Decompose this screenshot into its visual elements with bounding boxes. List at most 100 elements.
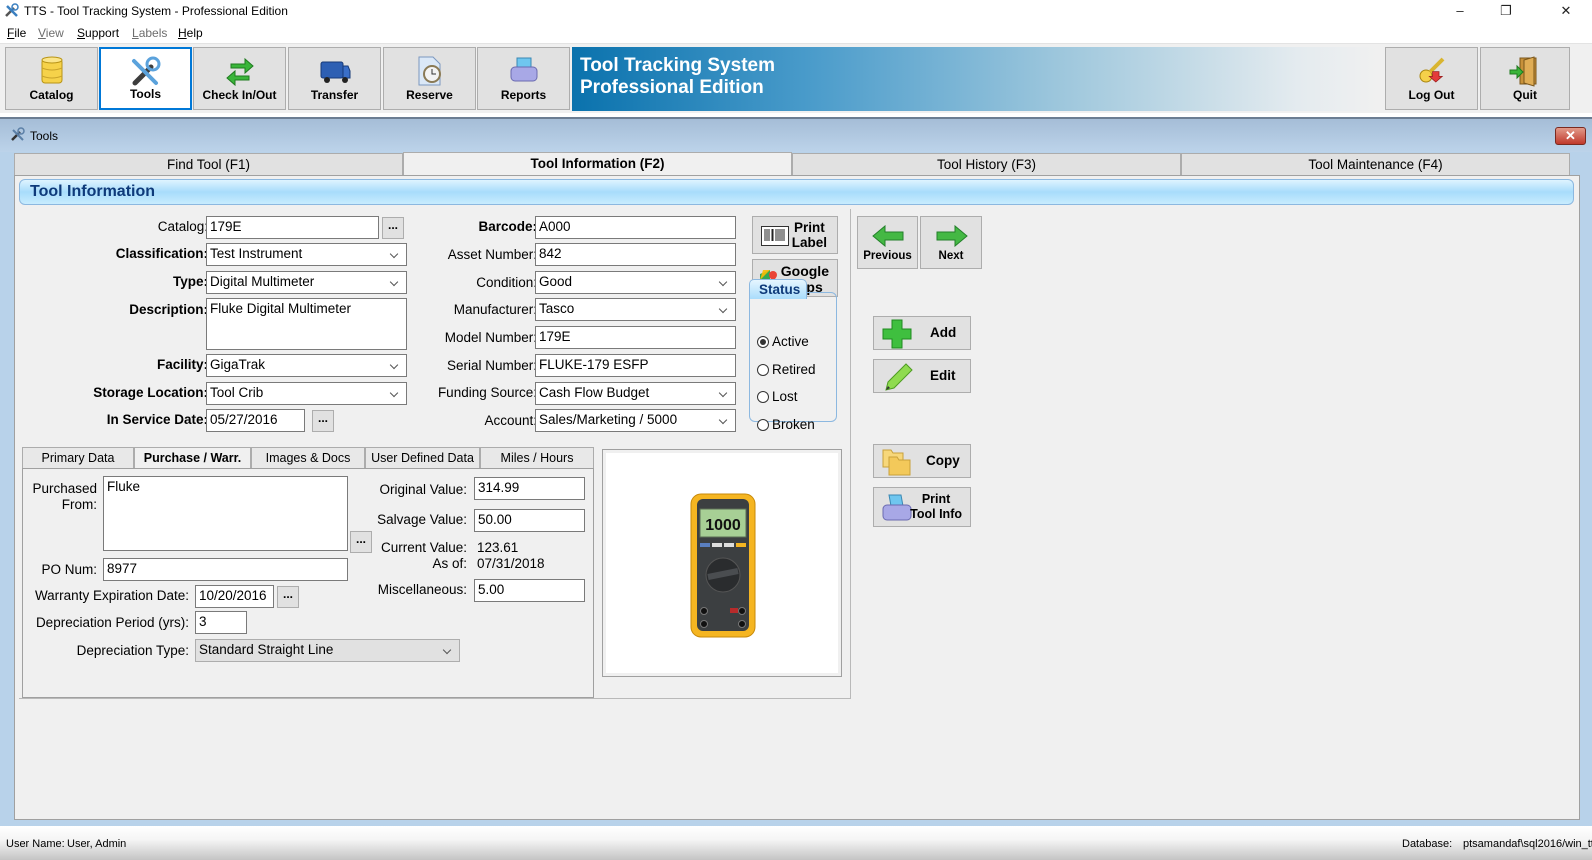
- depreciation-type-label: Depreciation Type:: [76, 643, 189, 658]
- detail-subtabs: Primary Data Purchase / Warr. Images & D…: [22, 447, 594, 469]
- reports-button[interactable]: Reports: [477, 47, 570, 110]
- status-lost-radio[interactable]: Lost: [757, 389, 798, 404]
- in-service-date-input[interactable]: 05/27/2016: [206, 409, 305, 432]
- po-num-input[interactable]: 8977: [103, 558, 348, 581]
- menu-support[interactable]: Support: [77, 26, 119, 40]
- product-banner: Tool Tracking System Professional Editio…: [572, 47, 1378, 111]
- subtab-user-defined-data[interactable]: User Defined Data: [365, 447, 480, 468]
- model-number-label: Model Number:: [444, 330, 537, 345]
- miscellaneous-label: Miscellaneous:: [377, 582, 467, 597]
- app-tools-icon: [5, 3, 19, 17]
- database-icon: [41, 56, 62, 84]
- radio-unchecked-icon: [757, 364, 769, 376]
- condition-select[interactable]: Good: [535, 271, 736, 294]
- tool-image[interactable]: 1000: [606, 453, 838, 673]
- status-broken-radio[interactable]: Broken: [757, 417, 815, 432]
- quit-button[interactable]: Quit: [1480, 47, 1570, 110]
- close-child-window-button[interactable]: ✕: [1555, 127, 1586, 145]
- tab-tool-history[interactable]: Tool History (F3): [792, 153, 1181, 175]
- status-active-radio[interactable]: Active: [757, 334, 809, 349]
- salvage-value-input[interactable]: 50.00: [474, 509, 585, 532]
- tool-information-panel: Tool Information Catalog: 179E ... Class…: [14, 175, 1580, 820]
- miscellaneous-input[interactable]: 5.00: [474, 579, 585, 602]
- printer-icon: [882, 494, 912, 521]
- facility-label: Facility:: [156, 357, 208, 372]
- original-value-label: Original Value:: [379, 482, 467, 497]
- pencil-icon: [885, 363, 913, 391]
- status-retired-radio[interactable]: Retired: [757, 362, 816, 377]
- status-bar: User Name: User, Admin Database: ptsaman…: [0, 826, 1592, 860]
- status-group-title: Status: [749, 279, 807, 299]
- menu-labels[interactable]: Labels: [132, 26, 167, 40]
- subtab-miles-hours[interactable]: Miles / Hours: [480, 447, 594, 468]
- section-header: Tool Information: [19, 179, 1574, 205]
- multimeter-display: 1000: [705, 517, 741, 534]
- catalog-input[interactable]: 179E: [206, 216, 379, 239]
- check-in-out-button[interactable]: Check In/Out: [193, 47, 286, 110]
- tab-tool-maintenance[interactable]: Tool Maintenance (F4): [1181, 153, 1570, 175]
- tools-button[interactable]: Tools: [99, 47, 192, 110]
- barcode-input[interactable]: A000: [535, 216, 736, 239]
- current-value-label: Current Value:: [380, 540, 467, 555]
- next-button[interactable]: Next: [920, 216, 982, 269]
- transfer-button[interactable]: Transfer: [288, 47, 381, 110]
- serial-number-input[interactable]: FLUKE-179 ESFP: [535, 354, 736, 377]
- copy-button[interactable]: Copy: [873, 444, 971, 478]
- classification-select[interactable]: Test Instrument: [206, 243, 407, 266]
- warranty-date-picker-button[interactable]: ...: [277, 586, 299, 608]
- menu-file[interactable]: File: [7, 26, 26, 40]
- close-window-button[interactable]: ✕: [1546, 2, 1586, 22]
- warranty-date-input[interactable]: 10/20/2016: [195, 585, 274, 608]
- arrow-left-icon: [872, 225, 904, 247]
- po-num-label: PO Num:: [41, 562, 97, 577]
- subtab-images-docs[interactable]: Images & Docs: [251, 447, 365, 468]
- type-select[interactable]: Digital Multimeter: [206, 271, 407, 294]
- storage-location-select[interactable]: Tool Crib: [206, 382, 407, 405]
- purchased-from-browse-button[interactable]: ...: [350, 531, 372, 553]
- reserve-button[interactable]: Reserve: [383, 47, 476, 110]
- tools-child-window: Tools ✕ Find Tool (F1) Tool Information …: [0, 117, 1592, 826]
- catalog-button[interactable]: Catalog: [5, 47, 98, 110]
- depreciation-period-input[interactable]: 3: [195, 611, 247, 634]
- tab-find-tool[interactable]: Find Tool (F1): [14, 153, 403, 175]
- classification-label: Classification:: [115, 246, 208, 261]
- tab-tool-information[interactable]: Tool Information (F2): [403, 152, 792, 175]
- description-textarea[interactable]: Fluke Digital Multimeter: [206, 298, 407, 350]
- menu-view[interactable]: View: [38, 26, 64, 40]
- asset-number-input[interactable]: 842: [535, 243, 736, 266]
- type-label: Type:: [172, 274, 208, 289]
- barcode-icon: [761, 226, 789, 246]
- catalog-browse-button[interactable]: ...: [382, 217, 404, 239]
- restore-button[interactable]: ❐: [1486, 2, 1526, 22]
- clock-document-icon: [418, 56, 441, 86]
- subtab-primary-data[interactable]: Primary Data: [22, 447, 134, 468]
- description-label: Description:: [129, 302, 208, 317]
- funding-source-select[interactable]: Cash Flow Budget: [535, 382, 736, 405]
- previous-button[interactable]: Previous: [857, 216, 918, 269]
- folders-icon: [882, 449, 911, 476]
- user-name-label: User Name:: [6, 838, 65, 850]
- print-tool-info-button[interactable]: Print Tool Info: [873, 487, 971, 527]
- in-service-date-picker-button[interactable]: ...: [312, 410, 334, 432]
- radio-unchecked-icon: [757, 419, 769, 431]
- edit-button[interactable]: Edit: [873, 359, 971, 393]
- menu-help[interactable]: Help: [178, 26, 203, 40]
- depreciation-type-select[interactable]: Standard Straight Line: [195, 639, 460, 662]
- original-value-input[interactable]: 314.99: [474, 477, 585, 500]
- window-title-bar: TTS - Tool Tracking System - Professiona…: [0, 0, 1592, 23]
- purchased-from-label: Purchased From:: [32, 481, 97, 512]
- user-name-value: User, Admin: [67, 838, 127, 850]
- manufacturer-select[interactable]: Tasco: [535, 298, 736, 321]
- add-button[interactable]: Add: [873, 316, 971, 350]
- facility-select[interactable]: GigaTrak: [206, 354, 407, 377]
- minimize-button[interactable]: –: [1440, 2, 1480, 22]
- print-label-button[interactable]: Print Label: [752, 216, 838, 254]
- model-number-input[interactable]: 179E: [535, 326, 736, 349]
- database-value: ptsamandaf\sql2016/win_tts: [1463, 838, 1592, 850]
- subtab-purchase-warranty[interactable]: Purchase / Warr.: [134, 447, 251, 469]
- purchased-from-textarea[interactable]: Fluke: [103, 476, 348, 551]
- account-select[interactable]: Sales/Marketing / 5000: [535, 409, 736, 432]
- log-out-button[interactable]: Log Out: [1385, 47, 1478, 110]
- barcode-label: Barcode:: [478, 219, 537, 234]
- manufacturer-label: Manufacturer:: [453, 302, 537, 317]
